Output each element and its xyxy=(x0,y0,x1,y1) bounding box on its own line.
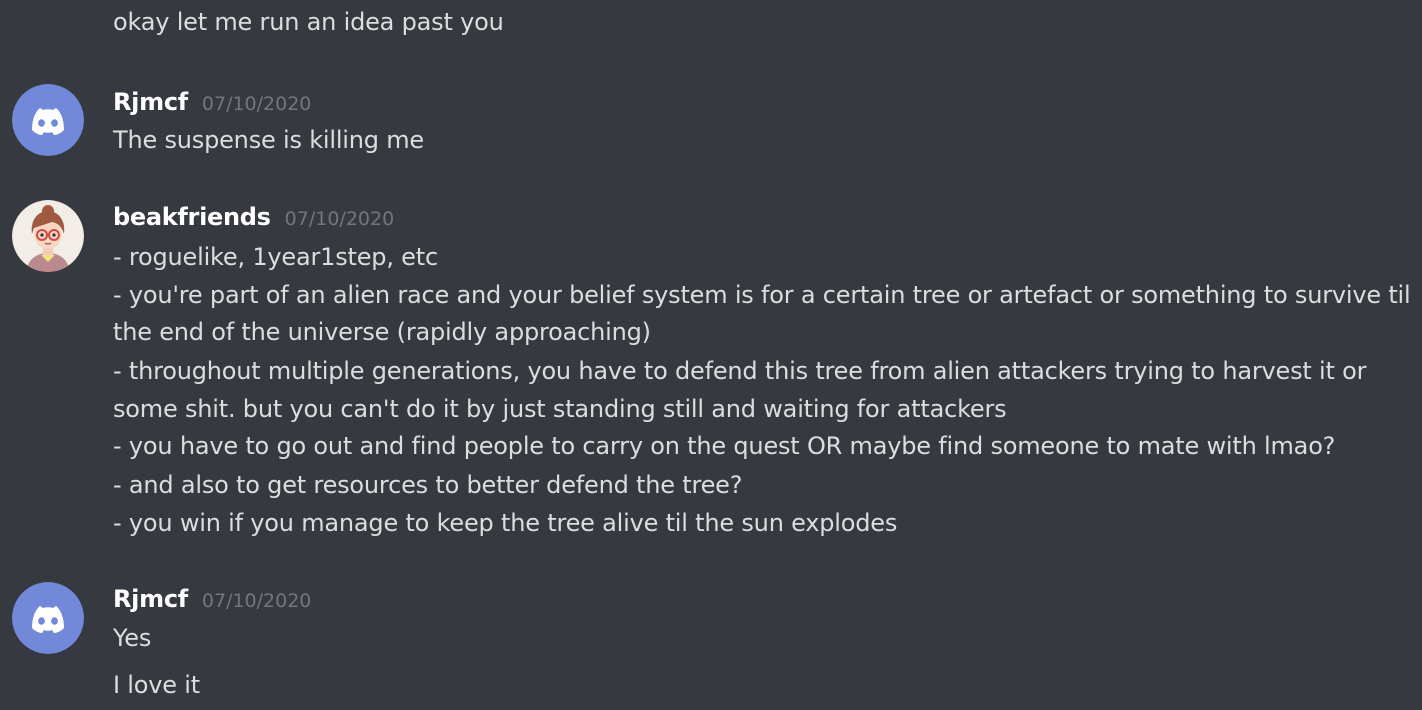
discord-logo-icon xyxy=(12,84,84,156)
avatar[interactable] xyxy=(12,200,84,272)
message-text: okay let me run an idea past you xyxy=(113,8,504,36)
message-text: - you have to go out and find people to … xyxy=(113,432,1336,460)
timestamp: 07/10/2020 xyxy=(201,93,312,115)
message-text: - roguelike, 1year1step, etc xyxy=(113,243,438,271)
avatar[interactable] xyxy=(12,84,84,156)
timestamp: 07/10/2020 xyxy=(284,208,395,230)
timestamp: 07/10/2020 xyxy=(201,590,312,612)
author-name[interactable]: Rjmcf xyxy=(113,580,188,618)
message-header: beakfriends 07/10/2020 xyxy=(113,198,394,236)
author-name[interactable]: beakfriends xyxy=(113,198,271,236)
author-name[interactable]: Rjmcf xyxy=(113,83,188,121)
discord-logo-icon xyxy=(12,582,84,654)
message-text: - you're part of an alien race and your … xyxy=(113,281,1411,309)
message-header: Rjmcf 07/10/2020 xyxy=(113,580,311,618)
message-text: - you win if you manage to keep the tree… xyxy=(113,509,898,537)
message-text: some shit. but you can't do it by just s… xyxy=(113,395,1007,423)
message-header: Rjmcf 07/10/2020 xyxy=(113,83,311,121)
message-text: The suspense is killing me xyxy=(113,126,424,154)
message-text: - throughout multiple generations, you h… xyxy=(113,357,1367,385)
message-text: I love it xyxy=(113,671,200,699)
message-text: Yes xyxy=(113,624,152,652)
message-text: - and also to get resources to better de… xyxy=(113,471,743,499)
avatar[interactable] xyxy=(12,582,84,654)
user-portrait-icon xyxy=(12,200,84,272)
message-text: the end of the universe (rapidly approac… xyxy=(113,318,651,346)
